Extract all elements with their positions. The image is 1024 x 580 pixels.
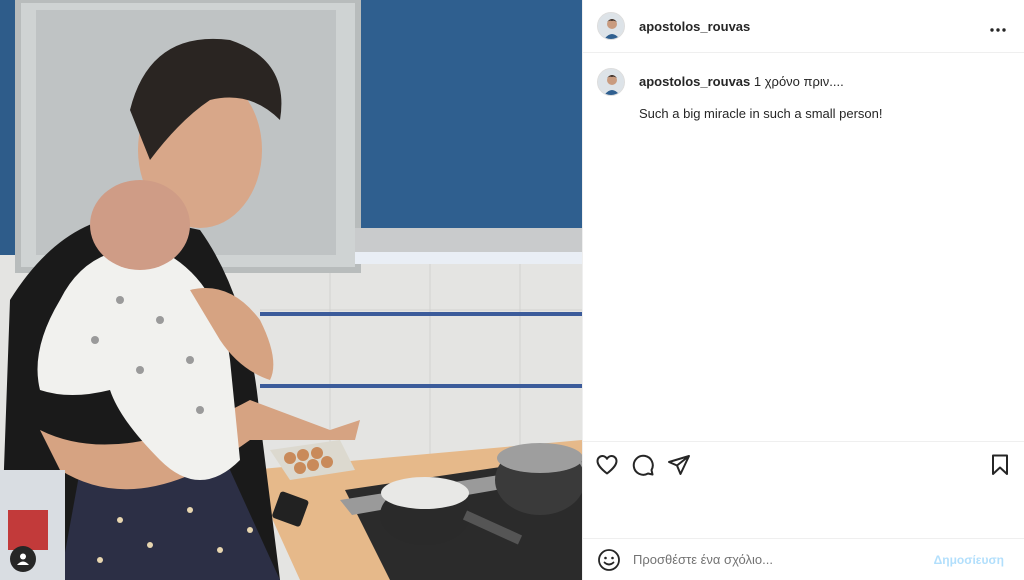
- caption-username[interactable]: apostolos_rouvas: [639, 74, 750, 89]
- comment-input[interactable]: [631, 551, 928, 568]
- heart-icon[interactable]: [595, 453, 619, 477]
- header-username[interactable]: apostolos_rouvas: [639, 19, 750, 34]
- caption-text: Such a big miracle in such a small perso…: [639, 106, 883, 121]
- more-options-icon: [990, 27, 1006, 32]
- comment-icon[interactable]: [631, 453, 655, 477]
- post-time: 1 χρόνο πριν....: [753, 74, 844, 89]
- post-comment-button[interactable]: Δημοσίευση: [928, 552, 1010, 568]
- comment-bar: Δημοσίευση: [583, 538, 1024, 580]
- post-sidebar: apostolos_rouvas apostolos_rouvas 1 χρόν…: [582, 0, 1024, 580]
- avatar-image: [598, 13, 624, 39]
- kitchen-photo-illustration: [0, 0, 582, 580]
- avatar-image: [598, 69, 624, 95]
- avatar[interactable]: [597, 12, 625, 40]
- caption-block: apostolos_rouvas 1 χρόνο πριν.... Such a…: [583, 53, 1024, 123]
- more-options-button[interactable]: [986, 17, 1010, 36]
- user-tag-button[interactable]: [10, 546, 36, 572]
- user-tag-icon: [17, 553, 29, 565]
- post-photo: [0, 0, 582, 580]
- caption-avatar[interactable]: [597, 68, 625, 96]
- emoji-icon[interactable]: [597, 548, 621, 572]
- post-actions: [583, 441, 1024, 487]
- share-icon[interactable]: [667, 453, 691, 477]
- bookmark-icon[interactable]: [988, 453, 1012, 477]
- post-header: apostolos_rouvas: [583, 0, 1024, 53]
